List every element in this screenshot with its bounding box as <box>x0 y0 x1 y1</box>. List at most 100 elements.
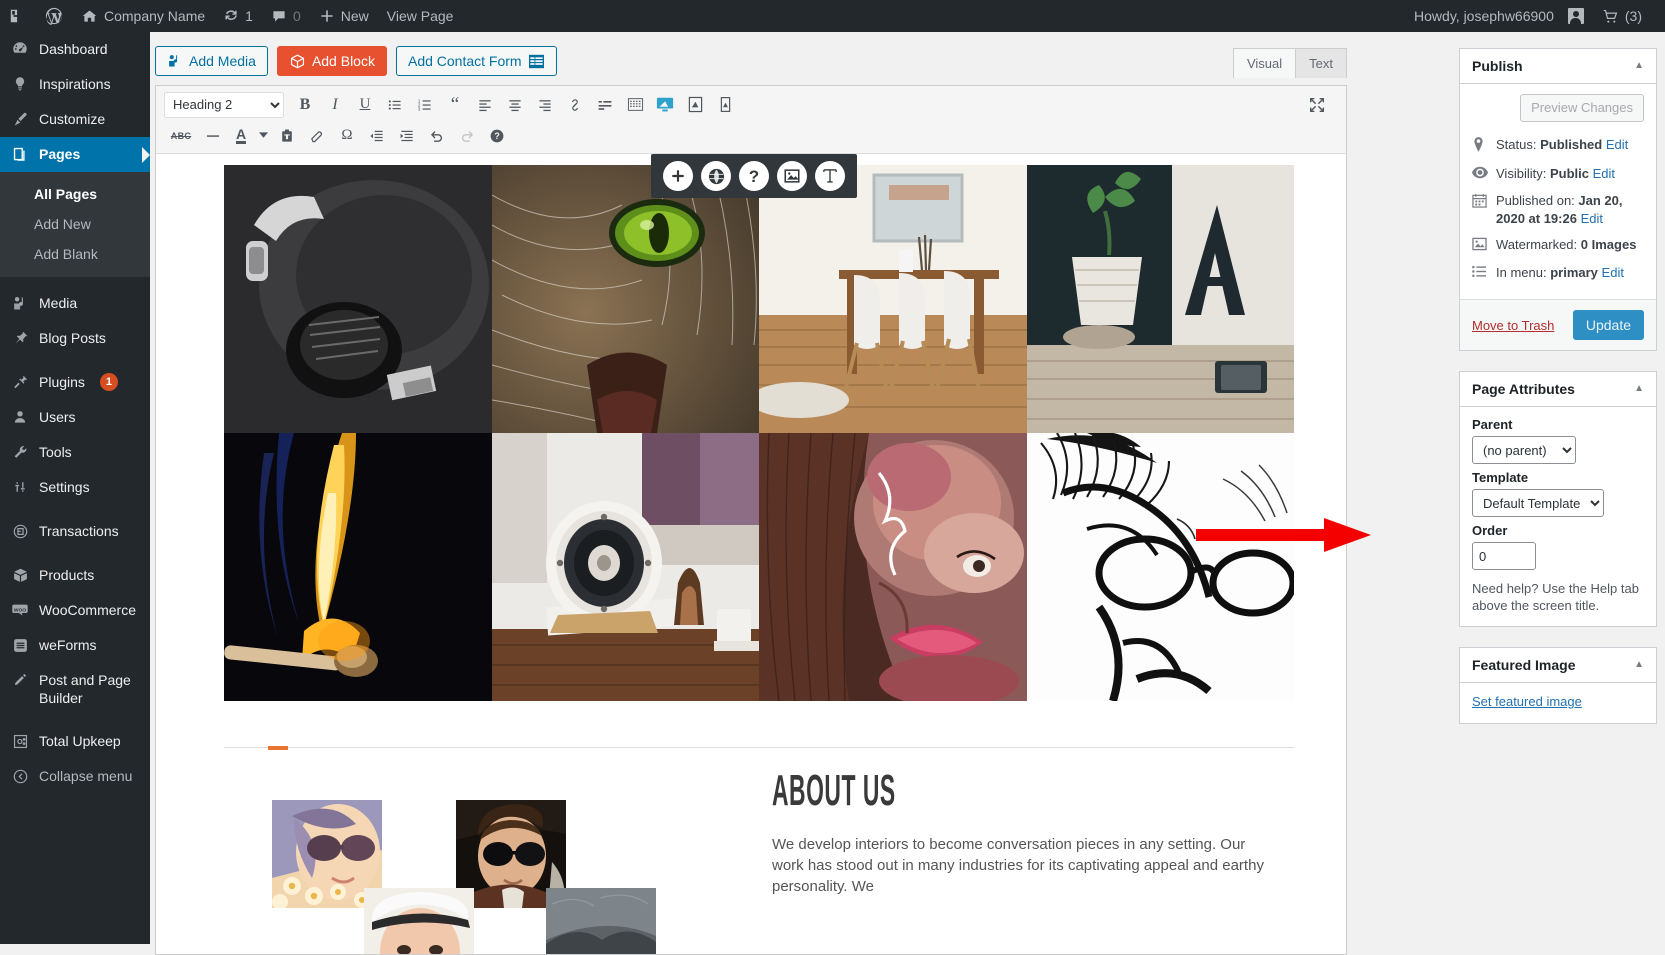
horizontal-rule-button[interactable] <box>198 122 228 150</box>
submenu-item-all-pages[interactable]: All Pages <box>0 179 150 209</box>
sidebar-item-pages[interactable]: Pages <box>0 137 150 172</box>
keyboard-shortcuts-button[interactable]: ? <box>482 122 512 150</box>
format-select[interactable]: Heading 2 <box>164 91 284 118</box>
sidebar-item-inspirations[interactable]: Inspirations <box>0 67 150 102</box>
sidebar-item-tools[interactable]: Tools <box>0 435 150 470</box>
tab-text[interactable]: Text <box>1295 48 1347 78</box>
order-input[interactable] <box>1472 542 1536 570</box>
gallery-image-headphones[interactable] <box>224 165 492 433</box>
comments-menu[interactable]: 0 <box>262 0 310 32</box>
add-media-button[interactable]: Add Media <box>155 46 268 76</box>
blockquote-button[interactable]: “ <box>440 91 470 119</box>
set-featured-image-link[interactable]: Set featured image <box>1472 694 1582 709</box>
gallery-image-plant-letter-a[interactable] <box>1026 165 1294 433</box>
featured-image-header: Featured Image ▲ <box>1460 648 1656 683</box>
add-block-button[interactable]: Add Block <box>276 46 387 76</box>
page-break-button[interactable] <box>620 91 650 119</box>
new-content-menu[interactable]: New <box>310 0 378 32</box>
strikethrough-button[interactable]: ABC <box>164 122 198 150</box>
preview-changes-button[interactable]: Preview Changes <box>1520 94 1644 122</box>
sidebar-item-label: Transactions <box>39 523 119 539</box>
updates-menu[interactable]: 1 <box>214 0 262 32</box>
mobile-preview-button[interactable] <box>710 91 740 119</box>
account-menu[interactable]: Howdy, josephw66900 <box>1405 0 1593 32</box>
add-block-icon[interactable] <box>663 161 693 191</box>
visibility-edit-link[interactable]: Edit <box>1593 166 1615 181</box>
sidebar-item-transactions[interactable]: Transactions <box>0 514 150 549</box>
sidebar-item-customize[interactable]: Customize <box>0 102 150 137</box>
bold-button[interactable]: B <box>290 91 320 119</box>
sidebar-item-settings[interactable]: Settings <box>0 470 150 505</box>
move-to-trash-link[interactable]: Move to Trash <box>1472 318 1554 333</box>
published-on-edit-link[interactable]: Edit <box>1581 211 1603 226</box>
text-icon[interactable] <box>815 161 845 191</box>
redo-button[interactable] <box>452 122 482 150</box>
gallery-image-cat-eye[interactable] <box>491 165 759 433</box>
image-gallery[interactable] <box>224 165 1294 701</box>
sidebar-item-weforms[interactable]: weForms <box>0 628 150 663</box>
italic-button[interactable]: I <box>320 91 350 119</box>
underline-button[interactable]: U <box>350 91 380 119</box>
about-image-collage[interactable] <box>224 770 724 954</box>
align-right-button[interactable] <box>530 91 560 119</box>
wordpress-logo[interactable] <box>36 0 72 32</box>
text-color-button[interactable]: A <box>228 122 254 150</box>
bulleted-list-button[interactable] <box>380 91 410 119</box>
sidebar-item-users[interactable]: Users <box>0 400 150 435</box>
submenu-item-add-blank[interactable]: Add Blank <box>0 239 150 269</box>
update-button[interactable]: Update <box>1572 310 1644 340</box>
paste-as-text-button[interactable] <box>272 122 302 150</box>
insert-link-button[interactable] <box>560 91 590 119</box>
align-center-button[interactable] <box>500 91 530 119</box>
parent-select[interactable]: (no parent) <box>1472 436 1576 464</box>
gallery-image-dining-room[interactable] <box>759 165 1027 433</box>
sidebar-item-collapse-menu[interactable]: Collapse menu <box>0 759 150 794</box>
site-name-menu[interactable]: Company Name <box>72 0 214 32</box>
editor-canvas[interactable]: ? ABOUT US We develop interiors to becom… <box>156 154 1346 954</box>
sidebar-item-dashboard[interactable]: Dashboard <box>0 32 150 67</box>
globe-icon[interactable] <box>701 161 731 191</box>
help-icon[interactable]: ? <box>739 161 769 191</box>
text-color-dropdown[interactable] <box>254 122 272 150</box>
decrease-indent-button[interactable] <box>362 122 392 150</box>
in-menu-edit-link[interactable]: Edit <box>1602 265 1624 280</box>
clear-formatting-button[interactable] <box>302 122 332 150</box>
image-icon[interactable] <box>777 161 807 191</box>
status-edit-link[interactable]: Edit <box>1606 137 1628 152</box>
sidebar-item-woocommerce[interactable]: WOO WooCommerce <box>0 593 150 628</box>
gallery-image-ink-portrait[interactable] <box>1026 433 1294 701</box>
sidebar-item-blog-posts[interactable]: Blog Posts <box>0 321 150 356</box>
special-character-button[interactable]: Ω <box>332 122 362 150</box>
gallery-image-painted-face[interactable] <box>759 433 1027 701</box>
user-icon <box>10 407 30 427</box>
desktop-preview-button[interactable] <box>650 91 680 119</box>
numbered-list-button[interactable]: 123 <box>410 91 440 119</box>
sidebar-item-total-upkeep[interactable]: Total Upkeep <box>0 724 150 759</box>
gallery-image-speaker[interactable] <box>491 433 759 701</box>
chevron-up-icon[interactable]: ▲ <box>1634 660 1644 670</box>
visibility-text: Visibility: Public Edit <box>1496 166 1616 181</box>
sidebar-item-media[interactable]: Media <box>0 286 150 321</box>
tab-visual[interactable]: Visual <box>1232 48 1297 78</box>
collage-image-woman-hat[interactable] <box>364 888 474 954</box>
template-select[interactable]: Default Template <box>1472 489 1604 517</box>
chevron-up-icon[interactable]: ▲ <box>1634 61 1644 71</box>
sidebar-item-plugins[interactable]: Plugins 1 <box>0 365 150 400</box>
align-left-button[interactable] <box>470 91 500 119</box>
sidebar-item-products[interactable]: Products <box>0 558 150 593</box>
main-content: Add Media Add Block Add Contact Form Vis… <box>150 32 1665 955</box>
read-more-button[interactable] <box>590 91 620 119</box>
gallery-image-match-flame[interactable] <box>224 433 492 701</box>
sidebar-item-post-and-page-builder[interactable]: Post and Page Builder <box>0 663 150 715</box>
fullscreen-button[interactable] <box>1302 91 1332 119</box>
submenu-item-add-new[interactable]: Add New <box>0 209 150 239</box>
view-page-link[interactable]: View Page <box>378 0 463 32</box>
wp-logo-menu[interactable] <box>0 0 36 32</box>
collage-image-landscape[interactable] <box>546 888 656 954</box>
undo-button[interactable] <box>422 122 452 150</box>
cart-menu[interactable]: (3) <box>1593 0 1651 32</box>
add-contact-form-button[interactable]: Add Contact Form <box>395 46 557 76</box>
chevron-up-icon[interactable]: ▲ <box>1634 384 1644 394</box>
tablet-preview-button[interactable] <box>680 91 710 119</box>
increase-indent-button[interactable] <box>392 122 422 150</box>
